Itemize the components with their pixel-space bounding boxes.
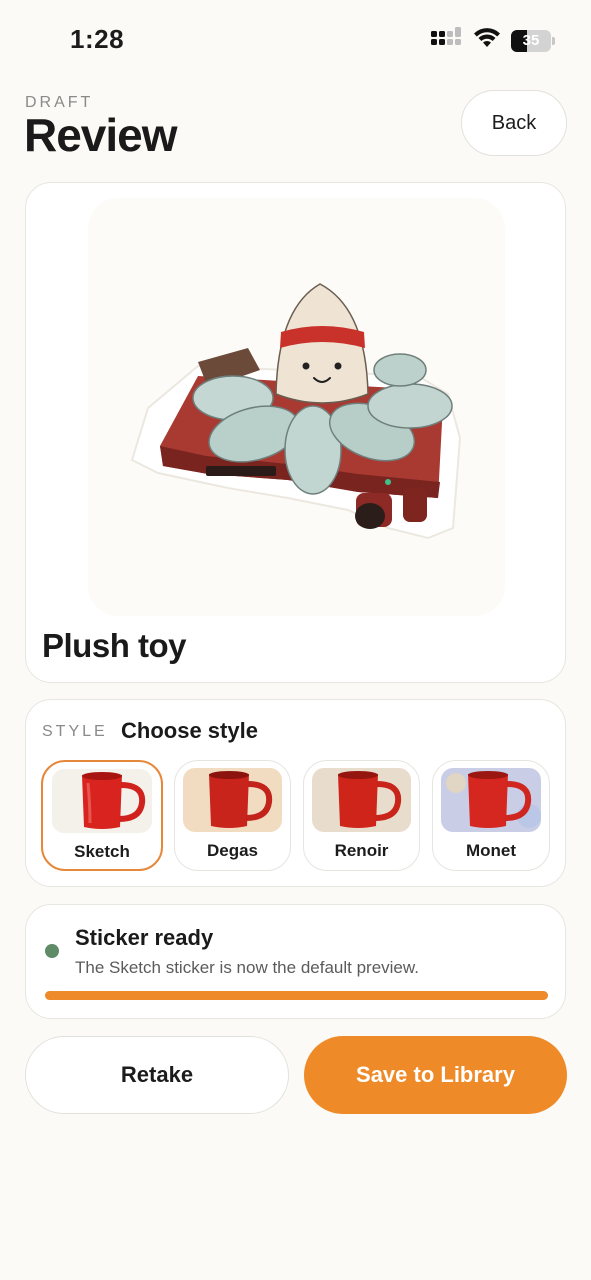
back-button[interactable]: Back [461, 90, 567, 156]
style-option-label: Monet [465, 841, 517, 860]
style-option-degas[interactable]: Degas [174, 760, 291, 871]
degas-mug-thumbnail [183, 768, 282, 832]
preview-card: Plush toy [25, 182, 566, 683]
cellular-signal-icon [431, 27, 463, 54]
status-time: 1:28 [70, 24, 125, 54]
status-bar: 1:28 35 [0, 0, 591, 80]
status-dot-icon [45, 944, 59, 958]
style-card: STYLE Choose style Sketch Degas Renoir M… [25, 699, 566, 887]
style-option-monet[interactable]: Monet [432, 760, 550, 871]
status-icons: 35 [431, 27, 555, 54]
monet-mug-thumbnail [441, 768, 541, 832]
style-option-label: Renoir [334, 841, 389, 860]
status-description: The Sketch sticker is now the default pr… [75, 958, 419, 977]
progress-bar [45, 991, 548, 1000]
renoir-mug-thumbnail [312, 768, 411, 832]
status-title: Sticker ready [75, 925, 214, 950]
preview-image-area [88, 198, 505, 616]
sketch-mug-thumbnail [52, 769, 152, 833]
style-option-sketch[interactable]: Sketch [41, 760, 163, 871]
sticker-status-card: Sticker ready The Sketch sticker is now … [25, 904, 566, 1019]
style-option-renoir[interactable]: Renoir [303, 760, 420, 871]
plush-toy-sticker-image [130, 283, 462, 540]
style-heading: Choose style [121, 718, 258, 743]
wifi-icon [473, 27, 501, 54]
page-title: Review [24, 109, 178, 161]
preview-title: Plush toy [42, 627, 187, 664]
battery-icon: 35 [511, 29, 555, 52]
save-to-library-button[interactable]: Save to Library [304, 1036, 567, 1114]
style-option-label: Sketch [74, 842, 130, 861]
style-option-label: Degas [206, 841, 259, 860]
progress-fill [45, 991, 548, 1000]
battery-level: 35 [522, 32, 540, 49]
retake-button[interactable]: Retake [25, 1036, 289, 1114]
style-eyebrow: STYLE [42, 723, 108, 740]
